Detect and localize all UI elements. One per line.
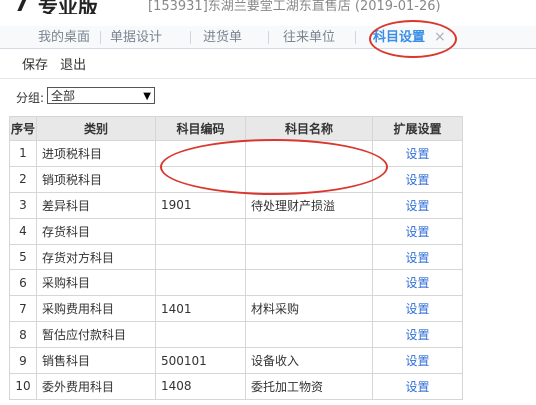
settings-link[interactable]: 设置	[372, 269, 463, 297]
cell-code[interactable]	[155, 269, 246, 297]
cell-code[interactable]: 1901	[155, 191, 246, 219]
table-row: 8 暂估应付款科目 设置	[9, 321, 463, 349]
group-select[interactable]: 全部 ▼	[47, 87, 155, 104]
cell-category: 委外费用科目	[36, 373, 156, 400]
settings-link[interactable]: 设置	[372, 321, 463, 349]
chevron-down-icon: ▼	[143, 91, 151, 102]
cell-seq: 3	[9, 191, 37, 219]
cell-code[interactable]: 1401	[155, 295, 246, 323]
cell-code[interactable]: 500101	[155, 347, 246, 375]
cell-name[interactable]: 待处理财产损溢	[245, 191, 373, 219]
table-row: 3 差异科目 1901 待处理财产损溢 设置	[9, 191, 463, 219]
cell-code[interactable]	[155, 321, 246, 349]
tab-my-desktop[interactable]: 我的桌面	[38, 29, 90, 47]
cell-category: 暂估应付款科目	[36, 321, 156, 349]
tab-separator	[100, 31, 101, 44]
table-row: 10 委外费用科目 1408 委托加工物资 设置	[9, 373, 463, 400]
table-header-row: 序号 类别 科目编码 科目名称 扩展设置	[9, 116, 463, 141]
cell-seq: 9	[9, 347, 37, 375]
tab-purchase-order[interactable]: 进货单	[203, 29, 242, 47]
toolbar: 保存 退出	[22, 54, 94, 73]
cell-name[interactable]	[245, 217, 373, 245]
settings-link[interactable]: 设置	[372, 347, 463, 375]
cell-seq: 10	[9, 373, 37, 400]
annotation-circle-grid	[160, 139, 388, 195]
table-row: 5 存货对方科目 设置	[9, 243, 463, 271]
cell-category: 存货对方科目	[36, 243, 156, 271]
col-header-name: 科目名称	[245, 116, 373, 141]
cell-name[interactable]	[245, 269, 373, 297]
table-row: 9 销售科目 500101 设备收入 设置	[9, 347, 463, 375]
tab-document-design[interactable]: 单据设计	[110, 29, 162, 47]
cell-seq: 4	[9, 217, 37, 245]
tab-partners[interactable]: 往来单位	[283, 29, 335, 47]
cell-category: 采购费用科目	[36, 295, 156, 323]
col-header-category: 类别	[36, 116, 156, 141]
cell-category: 差异科目	[36, 191, 156, 219]
cell-category: 采购科目	[36, 269, 156, 297]
app-header: 7 专业版 [153931]东湖兰要堂工湖东直售店 (2019-01-26)	[0, 0, 536, 14]
tab-separator	[190, 31, 191, 44]
divider	[0, 78, 536, 79]
app-title: 专业版	[38, 0, 98, 14]
cell-name[interactable]	[245, 321, 373, 349]
cell-name[interactable]: 材料采购	[245, 295, 373, 323]
cell-seq: 7	[9, 295, 37, 323]
cell-code[interactable]	[155, 243, 246, 271]
cell-name[interactable]: 委托加工物资	[245, 373, 373, 400]
app-logo: 7	[14, 0, 30, 14]
annotation-circle-tab	[369, 20, 457, 58]
settings-link[interactable]: 设置	[372, 373, 463, 400]
cell-seq: 1	[9, 140, 37, 167]
col-header-seq: 序号	[9, 116, 37, 141]
settings-link[interactable]: 设置	[372, 295, 463, 323]
col-header-extend: 扩展设置	[372, 116, 463, 141]
cell-name[interactable]: 设备收入	[245, 347, 373, 375]
cell-category: 存货科目	[36, 217, 156, 245]
cell-category: 销售科目	[36, 347, 156, 375]
cell-seq: 6	[9, 269, 37, 297]
cell-seq: 2	[9, 165, 37, 193]
settings-link[interactable]: 设置	[372, 191, 463, 219]
save-button[interactable]: 保存	[22, 58, 48, 73]
tab-separator	[355, 31, 356, 44]
table-row: 6 采购科目 设置	[9, 269, 463, 297]
cell-name[interactable]	[245, 243, 373, 271]
table-row: 7 采购费用科目 1401 材料采购 设置	[9, 295, 463, 323]
settings-link[interactable]: 设置	[372, 243, 463, 271]
cell-seq: 8	[9, 321, 37, 349]
cell-code[interactable]: 1408	[155, 373, 246, 400]
cell-code[interactable]	[155, 217, 246, 245]
exit-button[interactable]: 退出	[60, 58, 86, 73]
tab-separator	[268, 31, 269, 44]
store-info: [153931]东湖兰要堂工湖东直售店 (2019-01-26)	[148, 0, 441, 14]
cell-seq: 5	[9, 243, 37, 271]
cell-category: 进项税科目	[36, 140, 156, 167]
col-header-code: 科目编码	[155, 116, 246, 141]
table-row: 4 存货科目 设置	[9, 217, 463, 245]
cell-category: 销项税科目	[36, 165, 156, 193]
group-select-value: 全部	[51, 89, 76, 103]
settings-link[interactable]: 设置	[372, 217, 463, 245]
group-label: 分组:	[16, 91, 45, 105]
